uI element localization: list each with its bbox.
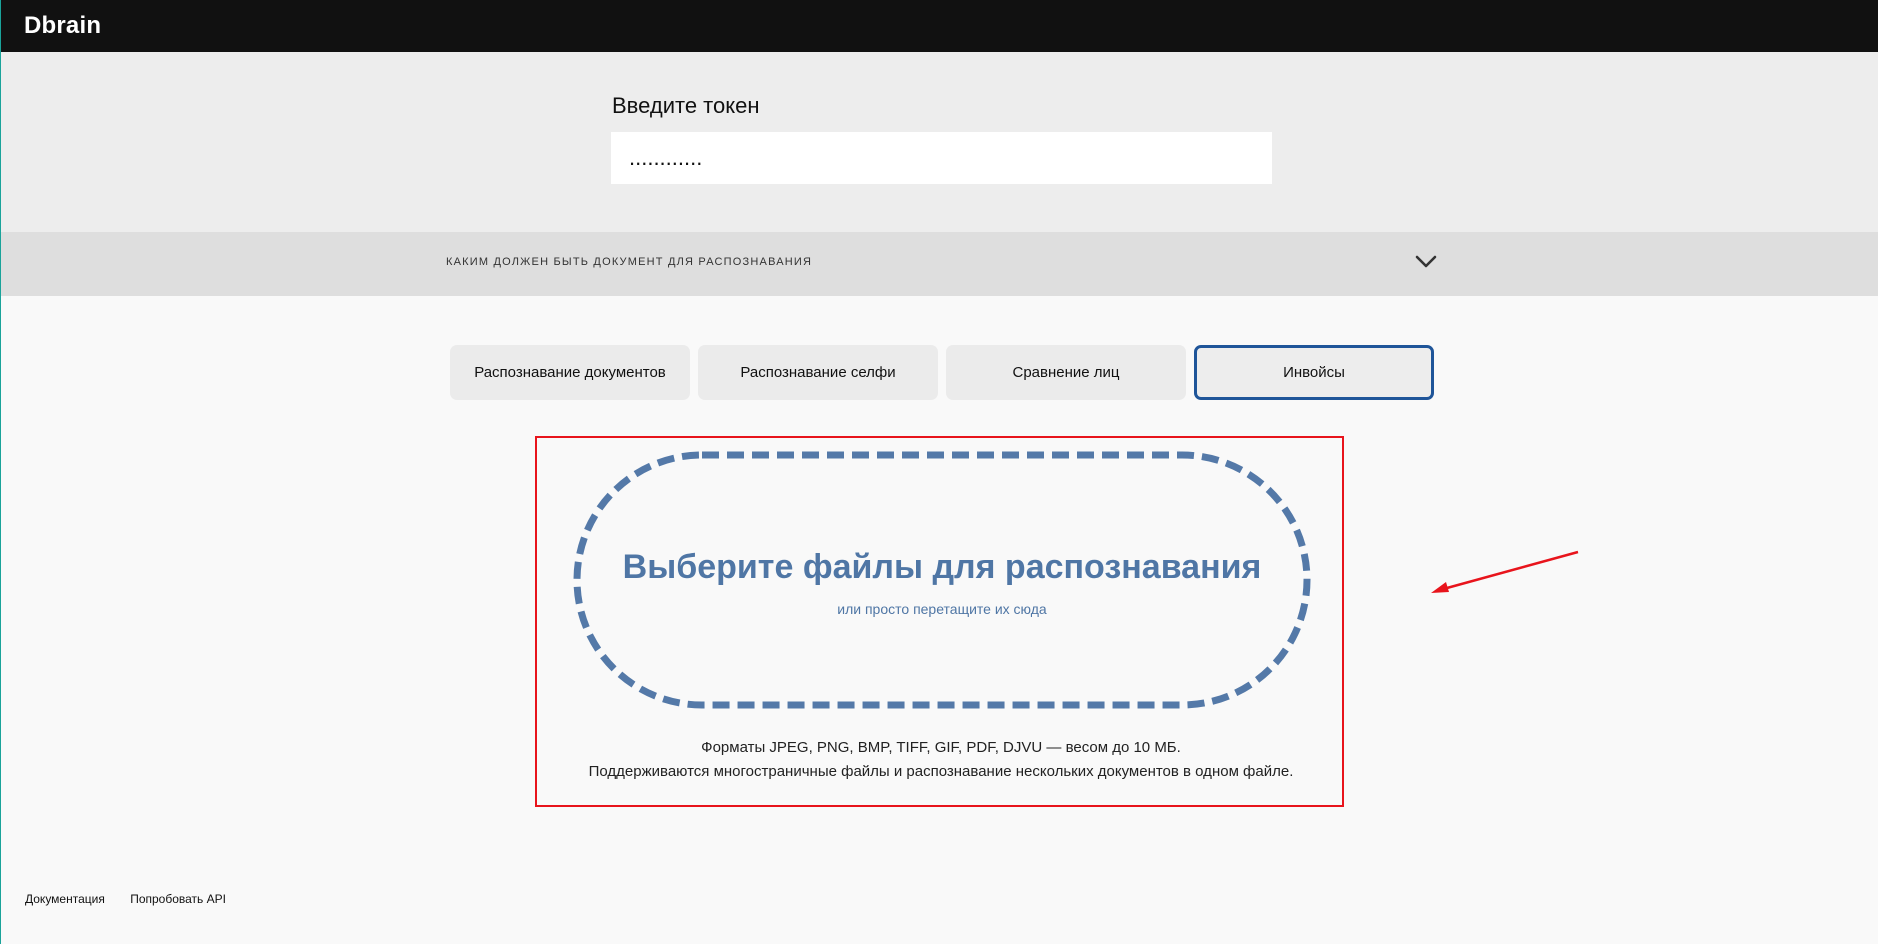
token-label: Введите токен xyxy=(612,93,760,118)
formats-info: Форматы JPEG, PNG, BMP, TIFF, GIF, PDF, … xyxy=(571,736,1311,784)
footer-link-try-api[interactable]: Попробовать API xyxy=(130,892,226,906)
annotation-arrow xyxy=(1431,550,1579,593)
dropzone-title: Выберите файлы для распознавания xyxy=(622,548,1262,586)
tab-document-recognition[interactable]: Распознавание документов xyxy=(450,345,690,400)
formats-line-1: Форматы JPEG, PNG, BMP, TIFF, GIF, PDF, … xyxy=(701,739,1181,756)
dropzone-subtitle: или просто перетащите их сюда xyxy=(837,601,1047,617)
accordion-title: КАКИМ ДОЛЖЕН БЫТЬ ДОКУМЕНТ ДЛЯ РАСПОЗНАВ… xyxy=(446,256,813,268)
footer-link-docs[interactable]: Документация xyxy=(25,892,105,906)
formats-line-2: Поддерживаются многостраничные файлы и р… xyxy=(588,763,1294,780)
tab-selfie-recognition[interactable]: Распознавание селфи xyxy=(698,345,938,400)
token-section: Введите токен xyxy=(1,52,1878,232)
token-input[interactable] xyxy=(611,132,1272,184)
top-bar: Dbrain xyxy=(1,0,1878,52)
document-requirements-accordion[interactable]: КАКИМ ДОЛЖЕН БЫТЬ ДОКУМЕНТ ДЛЯ РАСПОЗНАВ… xyxy=(1,232,1878,296)
file-dropzone[interactable]: Выберите файлы для распознавания или про… xyxy=(573,451,1311,709)
tab-face-comparison[interactable]: Сравнение лиц xyxy=(946,345,1186,400)
logo[interactable]: Dbrain xyxy=(24,12,101,40)
chevron-down-icon[interactable] xyxy=(1414,249,1438,273)
tab-invoices[interactable]: Инвойсы xyxy=(1194,345,1434,400)
footer: Документация Попробовать API xyxy=(25,892,248,906)
